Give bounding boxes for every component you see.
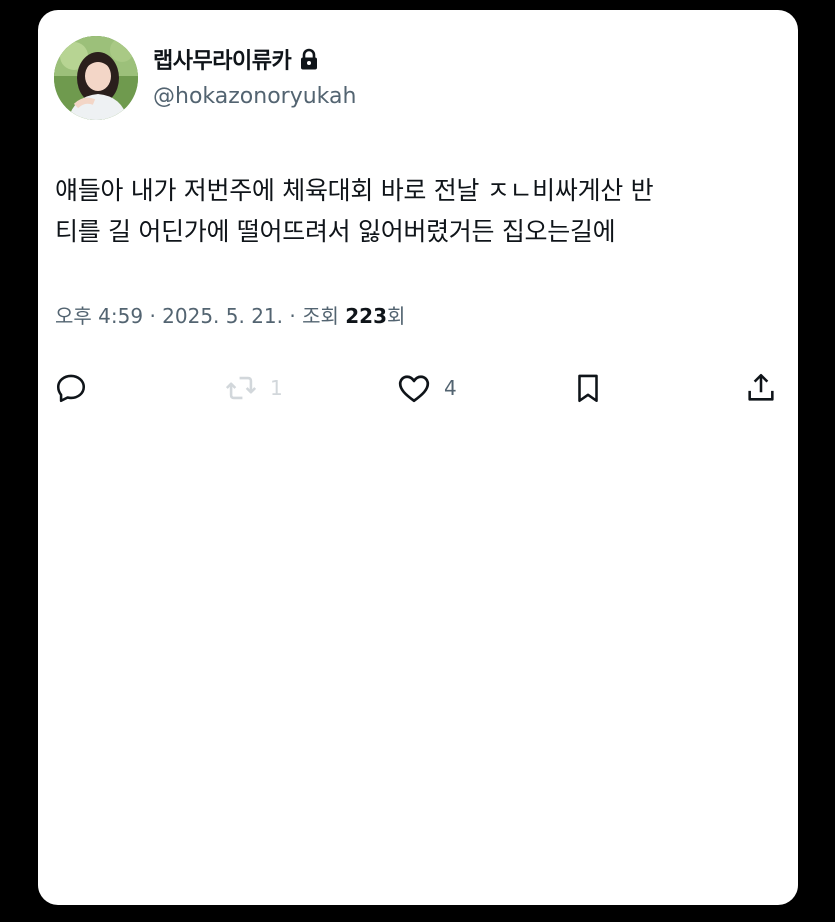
like-button[interactable]: 4	[396, 360, 457, 416]
views-count: 223	[345, 304, 388, 328]
display-name[interactable]: 랩사무라이류카	[153, 43, 292, 75]
views-label-suffix: 회	[387, 304, 406, 328]
author-handle[interactable]: @hokazonoryukah	[153, 84, 356, 109]
reply-button[interactable]	[54, 360, 100, 416]
post-card[interactable]: 랩사무라이류카 @hokazonoryukah 얘들아 내가 저번주에 체육대회…	[38, 10, 798, 905]
author-name-row: 랩사무라이류카	[153, 44, 319, 74]
repost-count: 1	[270, 376, 283, 400]
bookmark-icon	[578, 374, 598, 403]
views-label-prefix: 조회	[302, 304, 339, 328]
like-count: 4	[444, 376, 457, 400]
share-button[interactable]	[744, 360, 778, 416]
post-text-line: 티를 길 어딘가에 떨어뜨려서 잃어버렸거든 집오는길에	[55, 217, 616, 246]
post-time[interactable]: 오후 4:59	[55, 300, 143, 329]
lock-icon	[299, 48, 319, 70]
repost-button[interactable]: 1	[224, 360, 283, 416]
post-date[interactable]: 2025. 5. 21.	[162, 304, 283, 328]
post-text-line: 얘들아 내가 저번주에 체육대회 바로 전날 ㅈㄴ비싸게산 반	[55, 176, 654, 205]
heart-icon	[398, 375, 430, 403]
bookmark-button[interactable]	[571, 360, 605, 416]
repost-icon	[225, 376, 257, 400]
reply-icon	[56, 374, 86, 403]
post-meta: 오후 4:59 · 2025. 5. 21. · 조회 223 회	[55, 300, 405, 329]
post-text: 얘들아 내가 저번주에 체육대회 바로 전날 ㅈㄴ비싸게산 반 티를 길 어딘가…	[55, 170, 785, 252]
avatar-photo	[54, 36, 138, 120]
action-bar: 1 4	[38, 360, 798, 416]
share-icon	[748, 373, 774, 401]
avatar[interactable]	[54, 36, 138, 120]
